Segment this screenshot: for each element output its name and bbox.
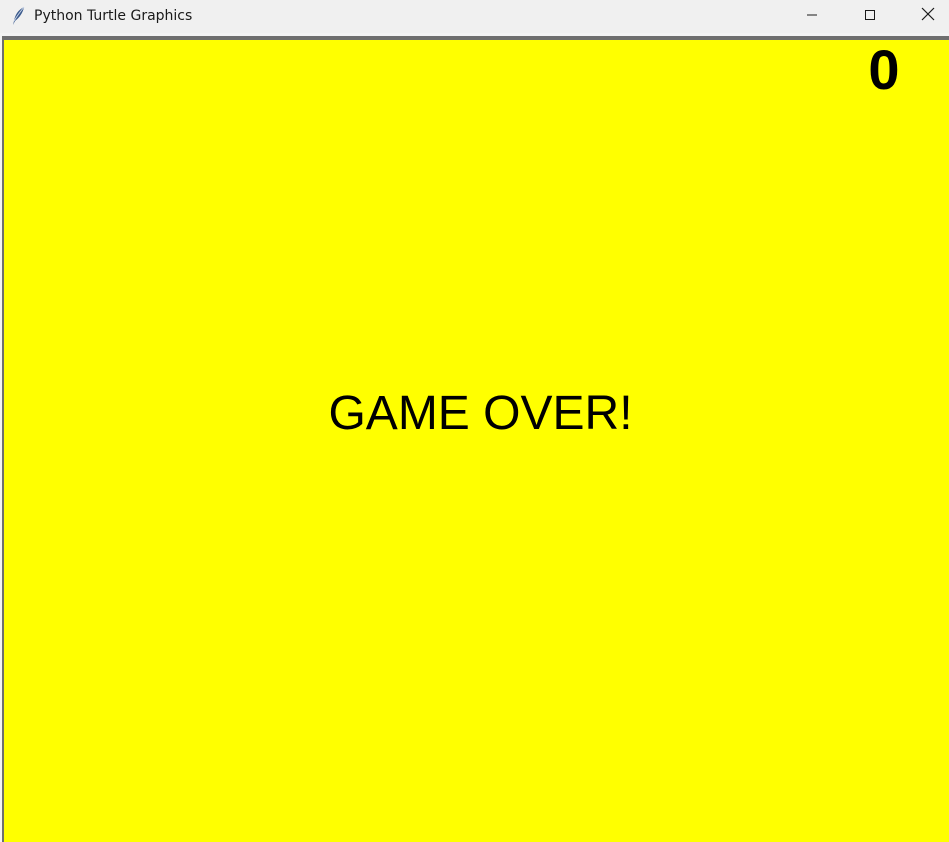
score-display: 0 [868, 40, 900, 101]
maximize-button[interactable] [847, 0, 893, 33]
close-icon [921, 7, 935, 26]
maximize-icon [864, 8, 876, 26]
game-canvas[interactable]: 0 GAME OVER! [4, 40, 949, 842]
title-bar[interactable]: Python Turtle Graphics [0, 0, 949, 33]
turtle-window: Python Turtle Graphics 0 GAME OVER! [0, 0, 949, 842]
game-over-message: GAME OVER! [328, 387, 633, 440]
window-title: Python Turtle Graphics [34, 8, 193, 24]
minimize-button[interactable] [789, 0, 835, 33]
minimize-icon [806, 8, 818, 26]
close-button[interactable] [905, 0, 949, 33]
feather-icon [10, 6, 28, 26]
